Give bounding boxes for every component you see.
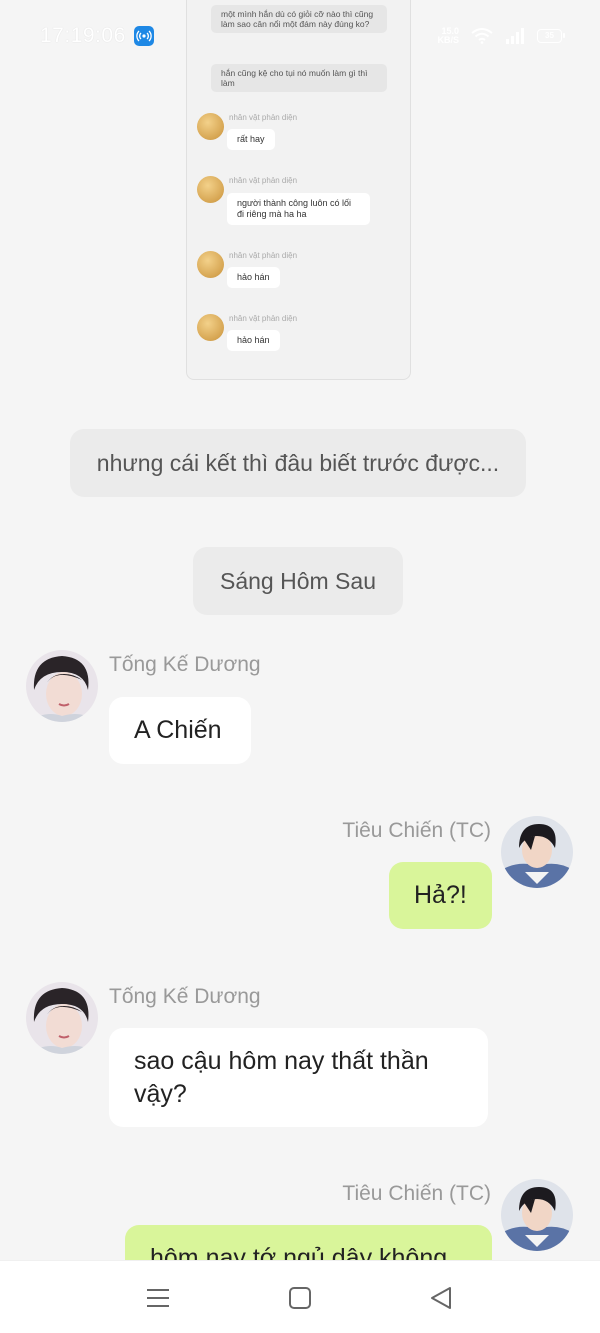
network-speed: 15.0 KB/S <box>437 26 459 45</box>
embedded-bubble: người thành công luôn có lối đi riêng mà… <box>227 193 370 225</box>
avatar <box>197 251 224 278</box>
avatar[interactable] <box>26 650 98 722</box>
embedded-bubble: hảo hán <box>227 330 280 351</box>
message-bubble: sao cậu hôm nay thất thần vậy? <box>109 1028 488 1127</box>
sender-name: Tống Kế Dương <box>109 985 261 1008</box>
embedded-narration: hắn cũng kệ cho tụi nó muốn làm gì thì l… <box>211 64 387 92</box>
back-triangle-icon[interactable] <box>429 1285 455 1311</box>
wifi-icon <box>471 28 493 44</box>
embedded-sender: nhân vật phản diện <box>229 113 298 122</box>
avatar <box>197 176 224 203</box>
avatar <box>197 113 224 140</box>
avatar <box>197 314 224 341</box>
hotspot-icon <box>134 26 154 46</box>
sender-name: Tống Kế Dương <box>109 653 261 676</box>
embedded-chat-screenshot: một mình hắn dù có giỏi cỡ nào thì cũng … <box>186 0 411 380</box>
embedded-bubble: hảo hán <box>227 267 280 288</box>
embedded-sender: nhân vật phản diện <box>229 251 298 260</box>
embedded-bubble: rất hay <box>227 129 275 150</box>
menu-icon[interactable] <box>145 1285 171 1311</box>
sender-name: Tiêu Chiến (TC) <box>342 819 491 842</box>
battery-icon: 35 <box>537 29 565 43</box>
message-bubble: Hả?! <box>389 862 492 929</box>
avatar[interactable] <box>26 982 98 1054</box>
home-square-icon[interactable] <box>287 1285 313 1311</box>
sender-name: Tiêu Chiến (TC) <box>342 1182 491 1205</box>
embedded-sender: nhân vật phản diện <box>229 314 298 323</box>
avatar[interactable] <box>501 816 573 888</box>
avatar[interactable] <box>501 1179 573 1251</box>
status-time: 17:19:06 <box>40 24 126 47</box>
narration-box: Sáng Hôm Sau <box>193 547 403 615</box>
message-bubble: A Chiến <box>109 697 251 764</box>
battery-level: 35 <box>545 31 554 40</box>
narration-box: nhưng cái kết thì đâu biết trước được... <box>70 429 526 497</box>
embedded-narration: một mình hắn dù có giỏi cỡ nào thì cũng … <box>211 5 387 33</box>
embedded-sender: nhân vật phản diện <box>229 176 298 185</box>
navigation-bar <box>0 1260 600 1333</box>
signal-icon <box>506 28 524 44</box>
